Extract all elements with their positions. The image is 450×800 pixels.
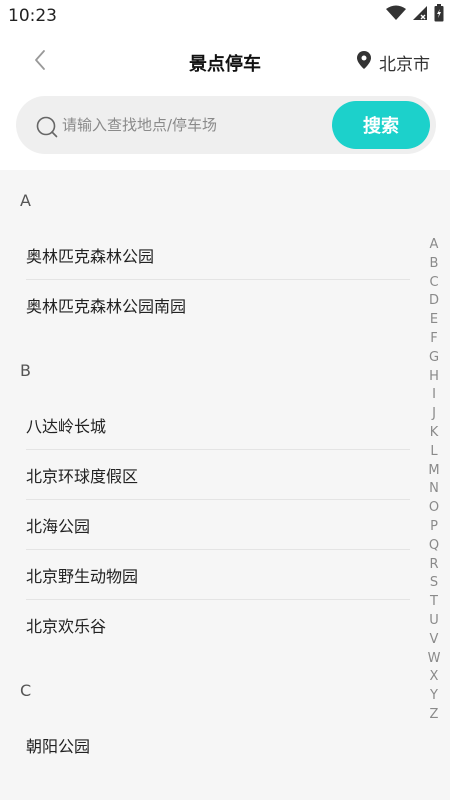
index-letter-h[interactable]: H [426,368,442,387]
list-item[interactable]: 奥林匹克森林公园南园 [0,280,450,330]
index-letter-m[interactable]: M [426,462,442,481]
index-letter-g[interactable]: G [426,349,442,368]
status-icons [386,4,444,26]
index-letter-r[interactable]: R [426,556,442,575]
location-pin-icon [357,51,371,73]
section-header-c: C [20,680,32,700]
section-header-a: A [20,190,31,210]
status-time: 10:23 [8,6,57,26]
section-header-d: D [0,780,450,800]
index-letter-o[interactable]: O [426,499,442,518]
index-letter-a[interactable]: A [426,236,442,255]
index-letter-j[interactable]: J [426,405,442,424]
index-letter-b[interactable]: B [426,255,442,274]
list-item[interactable]: 北京野生动物园 [0,550,450,600]
index-letter-k[interactable]: K [426,424,442,443]
list-item[interactable]: 北海公园 [0,500,450,550]
section-header-b: B [20,360,31,380]
city-selector[interactable]: 北京市 [357,48,430,76]
list-item[interactable]: 八达岭长城 [0,400,450,450]
index-letter-w[interactable]: W [426,650,442,669]
search-bar: 搜索 [0,92,450,170]
index-letter-n[interactable]: N [426,480,442,499]
city-label: 北京市 [379,54,430,75]
chevron-left-icon [33,49,47,75]
search-box: 搜索 [16,96,436,154]
index-letter-q[interactable]: Q [426,537,442,556]
list-item[interactable]: 奥林匹克森林公园 [0,230,450,280]
cell-signal-icon [412,5,428,25]
index-letter-e[interactable]: E [426,311,442,330]
list-item[interactable]: 北京环球度假区 [0,450,450,500]
index-letter-l[interactable]: L [426,443,442,462]
index-letter-p[interactable]: P [426,518,442,537]
nav-bar: 景点停车 北京市 [0,32,450,92]
index-letter-x[interactable]: X [426,668,442,687]
index-letter-c[interactable]: C [426,274,442,293]
index-letter-z[interactable]: Z [426,706,442,725]
index-letter-u[interactable]: U [426,612,442,631]
search-icon [36,116,58,142]
status-bar: 10:23 [0,0,450,32]
index-letter-d[interactable]: D [426,292,442,311]
index-letter-t[interactable]: T [426,593,442,612]
index-letter-i[interactable]: I [426,386,442,405]
back-button[interactable] [24,46,56,78]
index-letter-f[interactable]: F [426,330,442,349]
wifi-icon [386,5,406,25]
battery-icon [434,4,444,26]
scenic-spot-list: A 奥林匹克森林公园 奥林匹克森林公园南园 B 八达岭长城 北京环球度假区 北海… [0,170,450,800]
list-item[interactable]: 朝阳公园 [0,720,450,770]
index-letter-s[interactable]: S [426,574,442,593]
list-item[interactable]: 北京欢乐谷 [0,600,450,650]
index-letter-y[interactable]: Y [426,687,442,706]
alphabet-index-bar[interactable]: A B C D E F G H I J K L M N O P Q R S T … [426,236,442,725]
index-letter-v[interactable]: V [426,631,442,650]
search-button[interactable]: 搜索 [332,101,430,149]
search-input[interactable] [62,109,322,141]
